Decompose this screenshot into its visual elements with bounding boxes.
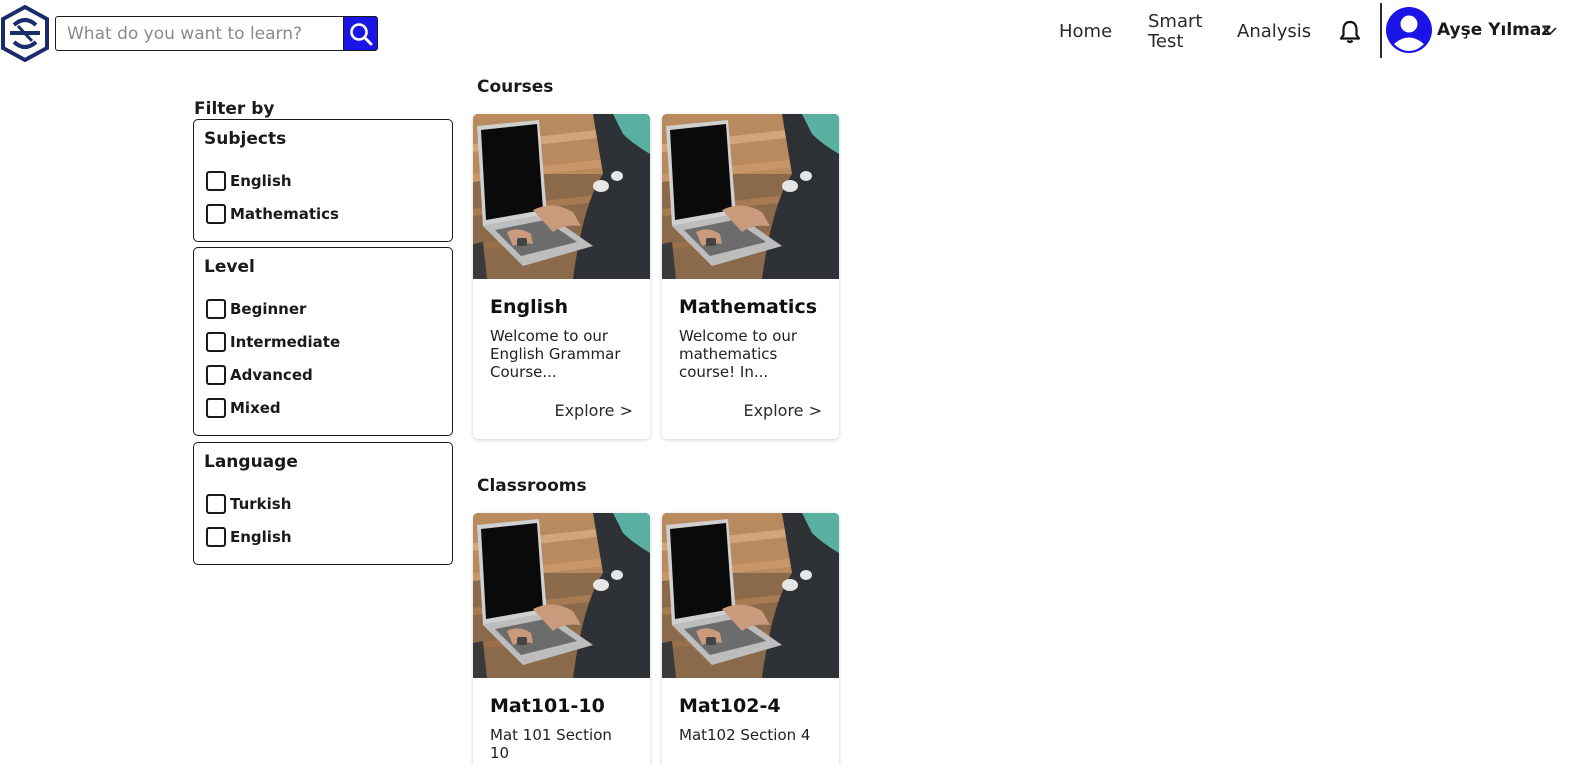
bell-icon[interactable] (1338, 19, 1362, 45)
filter-option-label: English (230, 527, 292, 546)
filter-option-intermediate[interactable]: Intermediate (204, 325, 442, 358)
filter-option-beginner[interactable]: Beginner (204, 292, 442, 325)
checkbox[interactable] (206, 170, 226, 191)
user-avatar-icon[interactable] (1386, 7, 1432, 53)
filter-option-english[interactable]: English (204, 164, 442, 197)
checkbox[interactable] (206, 364, 226, 385)
filter-option-label: Advanced (230, 365, 313, 384)
filter-title: Filter by (194, 99, 275, 119)
course-image (662, 114, 839, 279)
course-description: Welcome to our English Grammar Course... (490, 327, 621, 381)
filter-option-label: Turkish (230, 494, 292, 513)
chevron-down-icon[interactable] (1542, 23, 1558, 39)
filter-group-label: Level (204, 257, 255, 277)
courses-heading: Courses (477, 77, 554, 97)
checkbox[interactable] (206, 397, 226, 418)
header-divider (1380, 3, 1382, 58)
filter-option-advanced[interactable]: Advanced (204, 358, 442, 391)
filter-group-level: Level Beginner Intermediate Advanced Mix… (193, 247, 453, 436)
classroom-description: Mat 101 Section 10 (490, 726, 612, 762)
filter-option-turkish[interactable]: Turkish (204, 487, 442, 520)
filter-option-label: Mathematics (230, 204, 339, 223)
filter-group-label: Subjects (204, 129, 287, 149)
classroom-description: Mat102 Section 4 (679, 726, 811, 744)
checkbox[interactable] (206, 331, 226, 352)
filter-group-language: Language Turkish English (193, 442, 453, 565)
filter-group-label: Language (204, 452, 298, 472)
classroom-card[interactable]: Mat102-4 Mat102 Section 4 (662, 513, 839, 765)
nav-home[interactable]: Home (1059, 22, 1112, 42)
filter-option-english-language[interactable]: English (204, 520, 442, 553)
search-button[interactable] (343, 16, 378, 51)
filter-option-mixed[interactable]: Mixed (204, 391, 442, 424)
course-card[interactable]: English Welcome to our English Grammar C… (473, 114, 650, 439)
filter-option-label: Intermediate (230, 332, 341, 351)
course-description: Welcome to our mathematics course! In... (679, 327, 798, 381)
classroom-title: Mat102-4 (679, 695, 781, 717)
filter-option-mathematics[interactable]: Mathematics (204, 197, 442, 230)
classrooms-heading: Classrooms (477, 476, 587, 496)
classroom-card[interactable]: Mat101-10 Mat 101 Section 10 (473, 513, 650, 765)
search-bar (55, 16, 378, 51)
classroom-image (473, 513, 650, 678)
user-name[interactable]: Ayşe Yılmaz (1437, 20, 1551, 40)
filter-option-label: Mixed (230, 398, 281, 417)
checkbox[interactable] (206, 298, 226, 319)
classroom-image (662, 513, 839, 678)
filter-option-label: Beginner (230, 299, 307, 318)
checkbox[interactable] (206, 493, 226, 514)
brand-logo-icon[interactable] (0, 4, 50, 63)
classroom-title: Mat101-10 (490, 695, 605, 717)
course-title: English (490, 296, 568, 318)
filter-group-subjects: Subjects English Mathematics (193, 119, 453, 242)
nav-smart-test[interactable]: Smart Test (1148, 12, 1208, 52)
course-image (473, 114, 650, 279)
explore-link[interactable]: Explore > (743, 401, 822, 420)
checkbox[interactable] (206, 526, 226, 547)
search-icon (349, 22, 372, 45)
course-card[interactable]: Mathematics Welcome to our mathematics c… (662, 114, 839, 439)
nav-analysis[interactable]: Analysis (1237, 22, 1311, 42)
explore-link[interactable]: Explore > (554, 401, 633, 420)
course-title: Mathematics (679, 296, 818, 318)
search-input[interactable] (55, 16, 343, 51)
checkbox[interactable] (206, 203, 226, 224)
filter-option-label: English (230, 171, 292, 190)
